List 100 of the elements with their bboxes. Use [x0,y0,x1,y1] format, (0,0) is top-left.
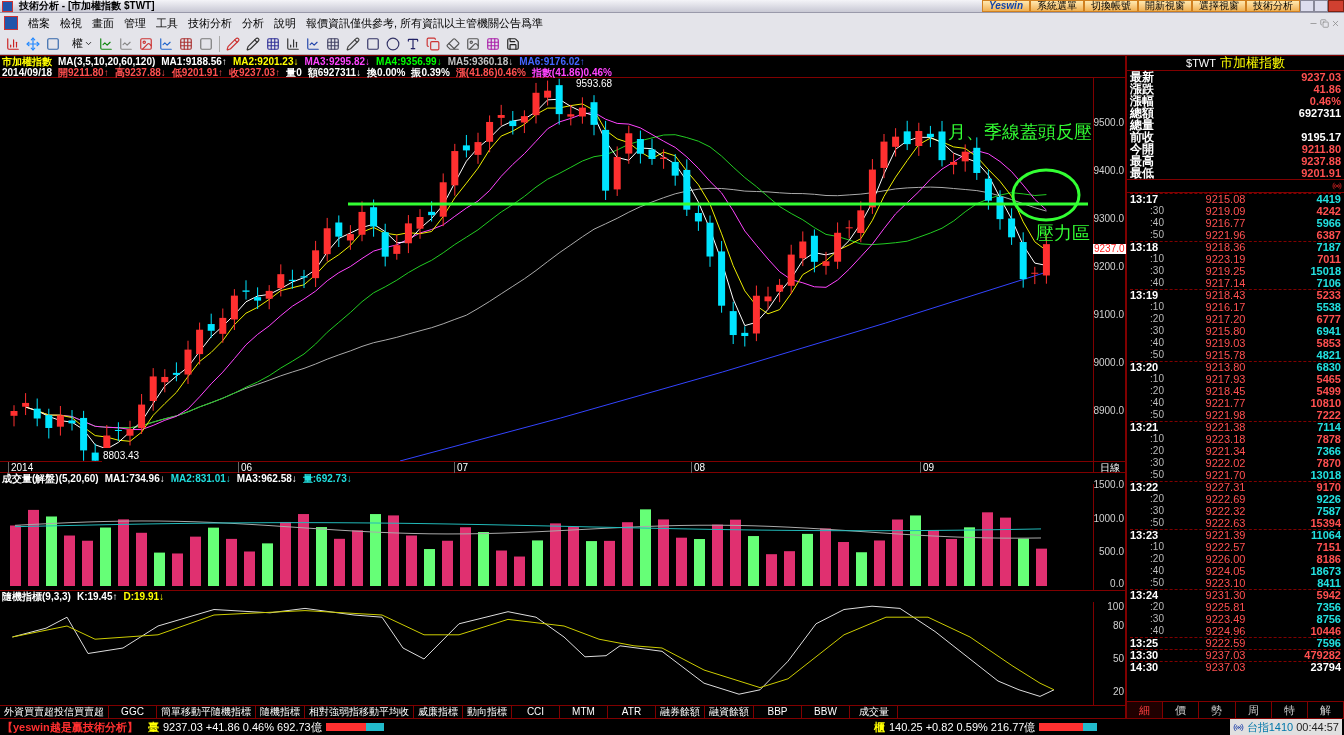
tick-volume: 5942 [1315,590,1341,601]
tick-volume: 5233 [1315,290,1341,301]
minimize-button[interactable] [1300,0,1314,12]
pencil-icon[interactable] [226,36,240,51]
tick-time: 13:20 [1130,362,1160,373]
tick-time: 13:17 [1130,194,1160,205]
tick-time: 13:22 [1130,482,1160,493]
tick-price: 9223.19 [1204,253,1247,265]
bar-chart-icon[interactable] [6,36,20,51]
menu-item[interactable]: 技術分析 [188,14,232,32]
window-icon[interactable] [46,36,60,51]
window-icon[interactable] [199,36,213,51]
quote-value: 0.46% [1309,95,1341,107]
tick-time: :30 [1149,506,1165,516]
tick-volume: 4821 [1315,349,1341,361]
menu-item[interactable]: 工具 [156,14,178,32]
tick-time: 13:25 [1130,638,1160,649]
tick-volume: 7596 [1315,638,1341,649]
volume-info-text: MA2:831.01↓ [170,473,231,484]
tick-time: :20 [1149,494,1165,504]
picture-icon[interactable] [466,36,480,51]
tick-price: 9218.45 [1204,385,1247,397]
save-icon[interactable] [506,36,520,51]
tick-price: 9215.80 [1204,325,1247,337]
close-button[interactable] [1328,0,1344,12]
copy-icon[interactable] [426,36,440,51]
tick-price: 9227.31 [1204,482,1247,493]
chart-info-text: 2014/09/18 [2,67,53,78]
quote-label: 漲跌 [1130,83,1154,95]
menu-item[interactable]: 管理 [124,14,146,32]
chart-info-text: MA(3,5,10,20,60,120) [58,56,156,67]
close-icon[interactable] [1331,18,1340,28]
tick-volume: 8411 [1316,577,1341,589]
tick-time: 14:30 [1130,662,1160,673]
top-menu-button[interactable]: 技術分析 [1246,0,1300,12]
menu-item[interactable]: 分析 [242,14,264,32]
ellipse-icon[interactable] [386,36,400,51]
tick-price: 9217.14 [1204,277,1247,289]
tick-price: 9221.70 [1204,469,1247,481]
line-chart-icon[interactable] [99,36,113,51]
line-chart-icon[interactable] [119,36,133,51]
top-menu-button[interactable]: 開新視窗 [1138,0,1192,12]
menu-item[interactable]: 畫面 [92,14,114,32]
grid-icon[interactable] [266,36,280,51]
tick-time: :10 [1149,254,1165,264]
volume-info-text: 成交量(解盤)(5,20,60) [2,473,99,484]
panel-tab[interactable]: 細 [1127,702,1164,718]
grid-icon[interactable] [179,36,193,51]
tick-price: 9219.03 [1204,337,1247,349]
price-axis-label: 9000.0 [1093,358,1124,368]
price-axis-label: 9100.0 [1093,310,1124,320]
period-label: 日線 [1093,462,1125,472]
tick-price: 9224.05 [1204,565,1247,577]
kd-info-text: D:19.91↓ [123,591,165,602]
quote-label: 總量 [1130,119,1154,131]
menu-item[interactable]: 檔案 [28,14,50,32]
tick-volume: 7187 [1315,242,1341,253]
volume-axis-label: 0.0 [1110,579,1124,589]
chart-info-text: MA2:9201.23↓ [232,56,299,67]
quote-value: 9201.91 [1301,167,1341,179]
grid-icon[interactable] [326,36,340,51]
tick-time: :40 [1149,398,1165,408]
high-price-label: 9593.68 [576,78,613,91]
market-label: 櫃 [874,719,885,735]
tick-price: 9216.77 [1204,217,1247,229]
price-axis-label: 9200.0 [1093,262,1124,272]
tick-price: 9222.02 [1204,457,1247,469]
tick-volume: 7366 [1315,445,1341,457]
yeswin-logo-button[interactable]: Yeswin [981,0,1030,12]
top-menu-button[interactable]: 選擇視窗 [1192,0,1246,12]
menu-item[interactable]: 檢視 [60,14,82,32]
signal-icon [1232,721,1244,733]
tick-time: :20 [1149,554,1165,564]
symbol-text: $TWT [1186,55,1216,71]
market-quote: 140.25 +0.82 0.59% 216.77億 [889,719,1036,735]
tick-price: 9225.81 [1204,601,1247,613]
date-axis-label: 09 [920,462,935,473]
text-icon[interactable] [406,36,420,51]
pencil-icon[interactable] [346,36,360,51]
eraser-icon[interactable] [446,36,460,51]
top-menu-button[interactable]: 切換帳號 [1084,0,1138,12]
kd-axis-label: 20 [1112,687,1124,697]
top-menu-button[interactable]: 系統選單 [1030,0,1084,12]
quote-value: 9211.80 [1301,143,1341,155]
line-chart-icon[interactable] [159,36,173,51]
tick-volume: 10810 [1309,397,1341,409]
price-marker: 9237.0 [1093,244,1126,255]
chart-info-text: 高9237.88↓ [114,67,166,78]
tick-time: :50 [1149,470,1165,480]
menu-item[interactable]: 說明 [274,14,296,32]
tick-volume: 6777 [1315,313,1341,325]
move-icon[interactable] [26,36,40,51]
tick-volume: 10446 [1309,625,1341,637]
restore-button[interactable] [1314,0,1328,12]
rectangle-icon[interactable] [366,36,380,51]
quote-label: 漲幅 [1130,95,1154,107]
rights-dropdown[interactable]: 權 [72,35,93,52]
kd-axis-label: 100 [1107,602,1124,612]
tick-time: :50 [1149,518,1165,528]
picture-icon[interactable] [139,36,153,51]
